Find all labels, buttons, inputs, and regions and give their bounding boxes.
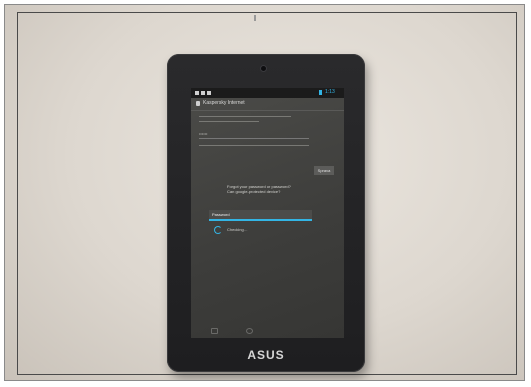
action-bar-title: Kaspersky Internet bbox=[203, 100, 245, 106]
front-camera bbox=[261, 66, 266, 71]
password-field-value: •••••• bbox=[199, 131, 208, 136]
status-time: 1:13 bbox=[325, 89, 335, 95]
action-bar: Kaspersky Internet bbox=[191, 98, 344, 111]
password-field[interactable]: •••••• bbox=[199, 130, 309, 139]
progress-spinner-icon bbox=[214, 226, 222, 234]
code-input-value: Password bbox=[212, 212, 230, 217]
brand-logo: ASUS bbox=[247, 348, 285, 362]
progress-label: Checking… bbox=[227, 227, 248, 232]
text-line bbox=[199, 145, 309, 146]
side-button[interactable]: Sprava bbox=[314, 166, 334, 175]
tablet-screen: 1:13 Kaspersky Internet •••••• Sprava Fo… bbox=[191, 88, 344, 338]
text-line bbox=[199, 116, 291, 117]
tablet-device: 1:13 Kaspersky Internet •••••• Sprava Fo… bbox=[167, 54, 365, 372]
back-icon[interactable] bbox=[211, 328, 218, 334]
photo: 1:13 Kaspersky Internet •••••• Sprava Fo… bbox=[4, 4, 525, 381]
navigation-bar bbox=[191, 326, 344, 338]
app-icon bbox=[196, 101, 200, 106]
notification-icon bbox=[201, 91, 205, 95]
text-line bbox=[199, 121, 259, 122]
notification-icon bbox=[195, 91, 199, 95]
battery-icon bbox=[319, 90, 322, 95]
status-bar: 1:13 bbox=[191, 88, 344, 98]
code-input[interactable]: Password bbox=[209, 210, 312, 221]
notification-icon bbox=[207, 91, 211, 95]
home-icon[interactable] bbox=[246, 328, 253, 334]
dialog-message: Forgot your password or password? Can go… bbox=[227, 184, 291, 194]
